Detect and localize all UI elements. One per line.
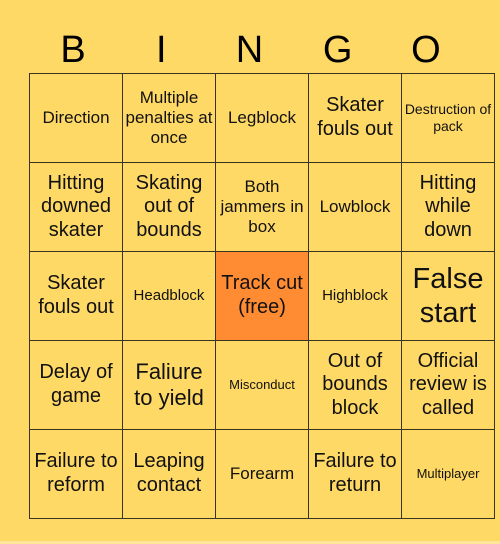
bingo-cell[interactable]: Multiplayer: [401, 429, 495, 519]
bingo-cell[interactable]: Lowblock: [308, 162, 402, 252]
bingo-cell[interactable]: Official review is called: [401, 340, 495, 430]
bingo-cell[interactable]: Legblock: [215, 73, 309, 163]
bingo-cell[interactable]: Hitting downed skater: [29, 162, 123, 252]
bingo-board: Direction Multiple penalties at once Leg…: [29, 73, 495, 519]
bingo-cell[interactable]: False start: [401, 251, 495, 341]
bingo-cell[interactable]: Failure to reform: [29, 429, 123, 519]
bingo-cell[interactable]: Faliure to yield: [122, 340, 216, 430]
bingo-cell[interactable]: Failure to return: [308, 429, 402, 519]
bingo-cell[interactable]: Forearm: [215, 429, 309, 519]
header-letter-o: O: [411, 29, 441, 71]
free-cell[interactable]: Track cut (free): [215, 251, 309, 341]
bingo-cell[interactable]: Skater fouls out: [308, 73, 402, 163]
bingo-cell[interactable]: Hitting while down: [401, 162, 495, 252]
header-letter-g: G: [322, 29, 353, 71]
bingo-cell[interactable]: Skater fouls out: [29, 251, 123, 341]
bingo-cell[interactable]: Leaping contact: [122, 429, 216, 519]
board-row: Direction Multiple penalties at once Leg…: [29, 73, 495, 163]
bingo-cell[interactable]: Multiple penalties at once: [122, 73, 216, 163]
bingo-cell[interactable]: Both jammers in box: [215, 162, 309, 252]
header-letter-i: I: [156, 29, 167, 71]
board-row: Skater fouls out Headblock Track cut (fr…: [29, 251, 495, 341]
bingo-cell[interactable]: Destruction of pack: [401, 73, 495, 163]
bingo-cell[interactable]: Out of bounds block: [308, 340, 402, 430]
bingo-header: B I N G O: [29, 30, 470, 70]
header-letter-b: B: [60, 29, 86, 71]
board-row: Delay of game Faliure to yield Misconduc…: [29, 340, 495, 430]
board-row: Hitting downed skater Skating out of bou…: [29, 162, 495, 252]
bingo-cell[interactable]: Direction: [29, 73, 123, 163]
bingo-cell[interactable]: Skating out of bounds: [122, 162, 216, 252]
header-letter-n: N: [235, 29, 264, 71]
board-row: Failure to reform Leaping contact Forear…: [29, 429, 495, 519]
bingo-cell[interactable]: Headblock: [122, 251, 216, 341]
bingo-cell[interactable]: Highblock: [308, 251, 402, 341]
bingo-cell[interactable]: Misconduct: [215, 340, 309, 430]
bingo-cell[interactable]: Delay of game: [29, 340, 123, 430]
